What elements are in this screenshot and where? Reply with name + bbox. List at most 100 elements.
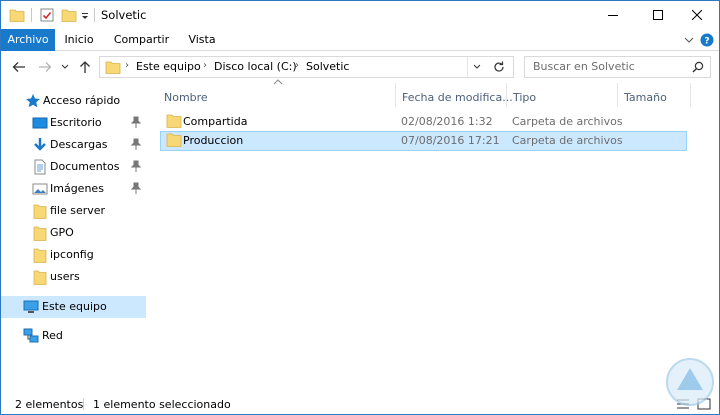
nav-item-descargas[interactable]: Descargas (1, 134, 146, 156)
column-header-name[interactable]: Nombre (158, 86, 396, 110)
file-date: 02/08/2016 1:32 (401, 115, 493, 128)
minimize-button[interactable] (590, 1, 635, 29)
nav-item-label: file server (50, 204, 106, 217)
separator (94, 8, 95, 22)
nav-item-gpo[interactable]: GPO (1, 222, 146, 244)
nav-item-label: Acceso rápido (43, 94, 121, 107)
address-bar[interactable]: › Este equipo › Disco local (C:) › Solve… (99, 56, 514, 78)
tab-vista[interactable]: Vista (183, 29, 221, 51)
nav-item-users[interactable]: users (1, 266, 146, 288)
selection-count: 1 elemento seleccionado (93, 398, 231, 411)
status-bar: 2 elementos 1 elemento seleccionado (1, 393, 719, 414)
tab-inicio[interactable]: Inicio (58, 29, 100, 51)
nav-item-imagenes[interactable]: Imágenes (1, 178, 146, 200)
table-row-selected[interactable]: Produccion 07/08/2016 17:21 Carpeta de a… (160, 131, 687, 151)
breadcrumb-disco-local[interactable]: Disco local (C:) (214, 60, 297, 73)
forward-button[interactable] (37, 59, 53, 75)
pin-icon[interactable] (131, 160, 141, 172)
file-name: Compartida (183, 115, 248, 128)
folder-icon (166, 114, 182, 128)
chevron-down-icon[interactable] (473, 64, 481, 70)
address-row: › Este equipo › Disco local (C:) › Solve… (1, 51, 719, 83)
arrow-up-icon (80, 61, 90, 73)
nav-item-label: Escritorio (50, 116, 102, 129)
navigation-pane: Acceso rápido Escritorio Descargas Docum… (1, 83, 151, 393)
tab-archivo[interactable]: Archivo (1, 29, 55, 51)
close-icon (691, 10, 702, 20)
customize-toolbar-icon[interactable] (80, 7, 90, 23)
nav-item-ipconfig[interactable]: ipconfig (1, 244, 146, 266)
new-folder-icon[interactable] (61, 7, 77, 23)
nav-item-quick-access[interactable]: Acceso rápido (1, 90, 146, 112)
help-icon: ? (700, 33, 714, 47)
nav-item-label: Red (42, 329, 63, 342)
column-divider[interactable] (690, 83, 691, 107)
breadcrumb-solvetic[interactable]: Solvetic (306, 60, 349, 73)
separator (83, 398, 84, 410)
file-type: Carpeta de archivos (512, 134, 623, 147)
column-header-date[interactable]: Fecha de modifica... (396, 86, 513, 110)
folder-icon (33, 226, 47, 241)
maximize-icon (652, 10, 663, 20)
nav-item-label: Este equipo (42, 300, 107, 313)
file-date: 07/08/2016 17:21 (401, 134, 500, 147)
back-button[interactable] (11, 59, 27, 75)
star-icon (26, 94, 40, 108)
properties-icon[interactable] (39, 7, 55, 23)
pictures-icon (32, 183, 48, 195)
pin-icon[interactable] (131, 138, 141, 150)
file-list: Nombre Fecha de modifica... Tipo Tamaño … (151, 79, 719, 393)
close-button[interactable] (674, 1, 719, 29)
breadcrumb-separator-icon: › (125, 60, 129, 71)
recent-locations-button[interactable] (60, 59, 70, 75)
breadcrumb-este-equipo[interactable]: Este equipo (136, 60, 201, 73)
expand-ribbon-button[interactable] (681, 32, 697, 48)
folder-icon (33, 204, 47, 219)
search-placeholder: Buscar en Solvetic (533, 60, 635, 73)
network-icon (23, 328, 39, 343)
pin-icon[interactable] (131, 182, 141, 194)
nav-item-label: users (50, 270, 80, 283)
file-type: Carpeta de archivos (512, 115, 623, 128)
folder-icon (166, 133, 182, 147)
file-name: Produccion (183, 134, 244, 147)
minimize-icon (607, 15, 618, 16)
breadcrumb-separator-icon: › (203, 60, 207, 71)
nav-item-file-server[interactable]: file server (1, 200, 146, 222)
column-header-size[interactable]: Tamaño (618, 86, 690, 110)
sort-ascending-icon (273, 79, 283, 85)
nav-item-escritorio[interactable]: Escritorio (1, 112, 146, 134)
download-icon (34, 138, 46, 151)
nav-item-red[interactable]: Red (1, 325, 146, 347)
folder-icon (33, 270, 47, 285)
column-header-type[interactable]: Tipo (507, 86, 617, 110)
tab-compartir[interactable]: Compartir (109, 29, 174, 51)
help-button[interactable]: ? (699, 32, 715, 48)
document-icon (34, 159, 46, 175)
arrow-left-icon (12, 62, 25, 72)
arrow-right-icon (39, 62, 52, 72)
chevron-down-icon (61, 64, 69, 69)
nav-item-este-equipo[interactable]: Este equipo (1, 296, 146, 318)
nav-item-documentos[interactable]: Documentos (1, 156, 146, 178)
title-bar: Solvetic (1, 1, 719, 29)
search-icon[interactable] (692, 61, 704, 73)
separator (31, 8, 32, 22)
ribbon-tabs: Archivo Inicio Compartir Vista ? (1, 29, 719, 51)
breadcrumb-separator-icon: › (295, 60, 299, 71)
nav-item-label: GPO (50, 226, 74, 239)
separator (467, 57, 468, 77)
svg-text:?: ? (704, 37, 709, 47)
refresh-icon[interactable] (493, 61, 505, 73)
nav-item-label: Documentos (50, 160, 120, 173)
watermark-logo-icon (666, 358, 714, 406)
window-title: Solvetic (101, 8, 147, 22)
folder-icon (33, 248, 47, 263)
nav-item-label: Descargas (50, 138, 108, 151)
computer-icon (23, 300, 39, 313)
search-input[interactable]: Buscar en Solvetic (524, 56, 711, 78)
up-button[interactable] (77, 59, 93, 75)
chevron-down-icon (684, 37, 694, 43)
table-row[interactable]: Compartida 02/08/2016 1:32 Carpeta de ar… (160, 112, 687, 132)
pin-icon[interactable] (131, 116, 141, 128)
